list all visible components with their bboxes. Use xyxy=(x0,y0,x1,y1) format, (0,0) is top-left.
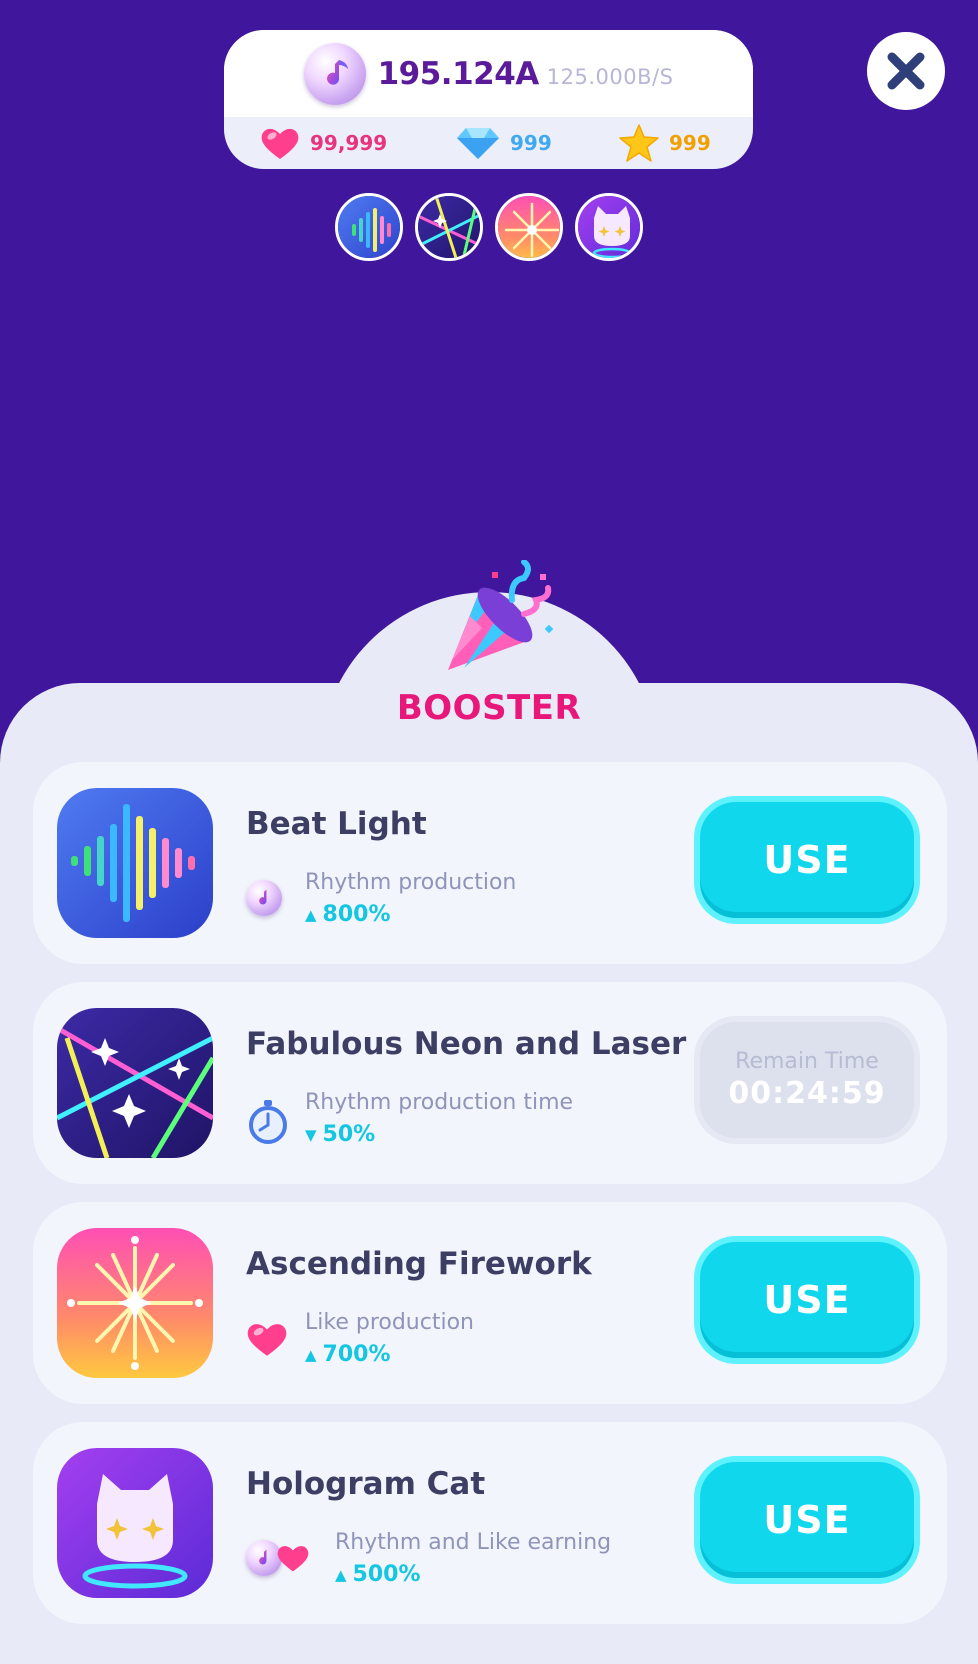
likes-resource: 99,999 xyxy=(260,117,387,169)
rhythm-note-icon xyxy=(246,880,282,916)
gems-count: 999 xyxy=(510,131,552,155)
beat-light-thumbnail xyxy=(57,788,213,938)
up-arrow-icon: ▲ xyxy=(305,905,317,924)
effect-label: Rhythm production time xyxy=(305,1090,574,1115)
booster-name: Hologram Cat xyxy=(246,1466,486,1502)
booster-card-beat-light: Beat Light Rhythm production ▲ 800% USE xyxy=(33,762,947,964)
up-arrow-icon: ▲ xyxy=(305,1345,317,1364)
rhythm-note-icon xyxy=(303,42,366,105)
neon-laser-icon[interactable] xyxy=(415,193,483,261)
effect-label: Rhythm and Like earning xyxy=(335,1530,612,1555)
firework-icon[interactable] xyxy=(495,193,563,261)
rhythm-and-heart-icon xyxy=(246,1540,310,1576)
likes-count: 99,999 xyxy=(310,131,388,155)
booster-card-firework: Ascending Firework Like production ▲ 700… xyxy=(33,1202,947,1404)
booster-name: Beat Light xyxy=(246,806,427,842)
hologram-cat-icon[interactable] xyxy=(575,193,643,261)
active-boosters xyxy=(335,193,643,261)
sheet-title: BOOSTER xyxy=(396,688,582,728)
use-button[interactable]: USE xyxy=(694,796,920,924)
booster-card-neon-laser: Fabulous Neon and Laser Rhythm productio… xyxy=(33,982,947,1184)
currency-panel: 195.124A 125.000B/S 99,999 999 999 xyxy=(224,30,753,169)
resources-row: 99,999 999 999 xyxy=(224,117,753,169)
stars-count: 999 xyxy=(669,131,711,155)
remain-time-box: Remain Time 00:24:59 xyxy=(694,1016,920,1144)
effect-percent: 50% xyxy=(322,1122,376,1147)
firework-thumbnail xyxy=(57,1228,213,1378)
stopwatch-icon xyxy=(246,1100,290,1148)
effect-label: Like production xyxy=(305,1310,474,1335)
rhythm-row: 195.124A 125.000B/S xyxy=(224,30,753,117)
heart-icon xyxy=(261,128,299,159)
heart-icon xyxy=(246,1320,288,1362)
beat-light-icon[interactable] xyxy=(335,193,403,261)
effect-percent: 800% xyxy=(322,902,391,927)
gem-icon xyxy=(457,128,499,159)
neon-laser-thumbnail xyxy=(57,1008,213,1158)
rhythm-rate: 125.000B/S xyxy=(546,64,674,89)
effect-value: ▲ 500% xyxy=(335,1562,421,1587)
effect-value: ▲ 800% xyxy=(305,902,391,927)
booster-name: Ascending Firework xyxy=(246,1246,592,1282)
down-arrow-icon: ▼ xyxy=(305,1125,317,1144)
rhythm-amount: 195.124A xyxy=(377,55,540,92)
remain-time-label: Remain Time xyxy=(735,1049,879,1074)
party-popper-icon xyxy=(440,559,570,684)
stars-resource: 999 xyxy=(619,117,711,169)
close-button[interactable] xyxy=(867,32,945,110)
effect-value: ▼ 50% xyxy=(305,1122,375,1147)
up-arrow-icon: ▲ xyxy=(335,1565,347,1584)
booster-name: Fabulous Neon and Laser xyxy=(246,1026,687,1062)
effect-label: Rhythm production xyxy=(305,870,517,895)
remain-time-value: 00:24:59 xyxy=(728,1076,886,1111)
use-button[interactable]: USE xyxy=(694,1236,920,1364)
effect-percent: 700% xyxy=(322,1342,391,1367)
close-icon xyxy=(887,52,925,90)
gems-resource: 999 xyxy=(456,117,552,169)
hologram-cat-thumbnail xyxy=(57,1448,213,1598)
star-icon xyxy=(619,124,659,162)
effect-value: ▲ 700% xyxy=(305,1342,391,1367)
use-button[interactable]: USE xyxy=(694,1456,920,1584)
effect-percent: 500% xyxy=(352,1562,421,1587)
booster-card-hologram-cat: Hologram Cat Rhythm and Like earning ▲ 5… xyxy=(33,1422,947,1624)
